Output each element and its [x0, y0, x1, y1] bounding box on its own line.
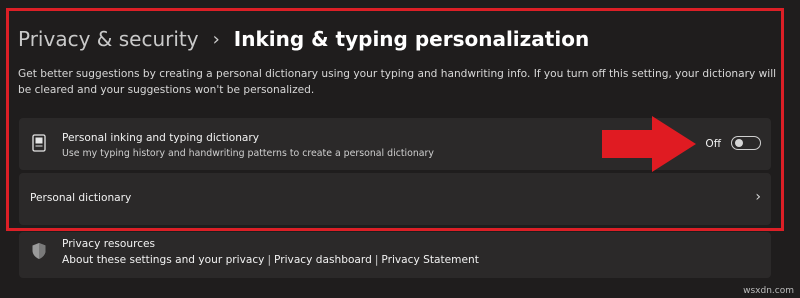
toggle-knob — [735, 139, 743, 147]
privacy-links: About these settings and your privacy | Pr… — [62, 254, 479, 266]
privacy-dashboard-link[interactable]: Privacy dashboard — [274, 254, 372, 266]
annotation-arrow-icon — [602, 116, 696, 172]
toggle-state-label: Off — [705, 138, 721, 150]
link-separator: | — [267, 254, 272, 266]
breadcrumb: Privacy & security › Inking & typing per… — [18, 24, 589, 54]
page-title: Inking & typing personalization — [233, 27, 590, 51]
link-separator: | — [374, 254, 379, 266]
shield-icon — [31, 242, 47, 260]
privacy-statement-link[interactable]: Privacy Statement — [381, 254, 478, 266]
privacy-resources-card: Privacy resources About these settings a… — [19, 232, 771, 278]
dictionary-setting-subtitle: Use my typing history and handwriting pa… — [62, 148, 434, 159]
chevron-right-icon: › — [212, 28, 220, 50]
personal-dictionary-label: Personal dictionary — [30, 192, 132, 204]
breadcrumb-parent-link[interactable]: Privacy & security — [18, 27, 199, 51]
chevron-right-icon: › — [755, 189, 761, 205]
notebook-icon — [31, 134, 47, 152]
dictionary-setting-title: Personal inking and typing dictionary — [62, 132, 260, 144]
personal-dictionary-row[interactable]: Personal dictionary › — [19, 173, 771, 225]
privacy-resources-title: Privacy resources — [62, 238, 156, 250]
watermark-text: wsxdn.com — [743, 286, 794, 296]
about-privacy-link[interactable]: About these settings and your privacy — [62, 254, 264, 266]
dictionary-toggle[interactable] — [731, 136, 761, 150]
page-description: Get better suggestions by creating a per… — [18, 68, 777, 96]
